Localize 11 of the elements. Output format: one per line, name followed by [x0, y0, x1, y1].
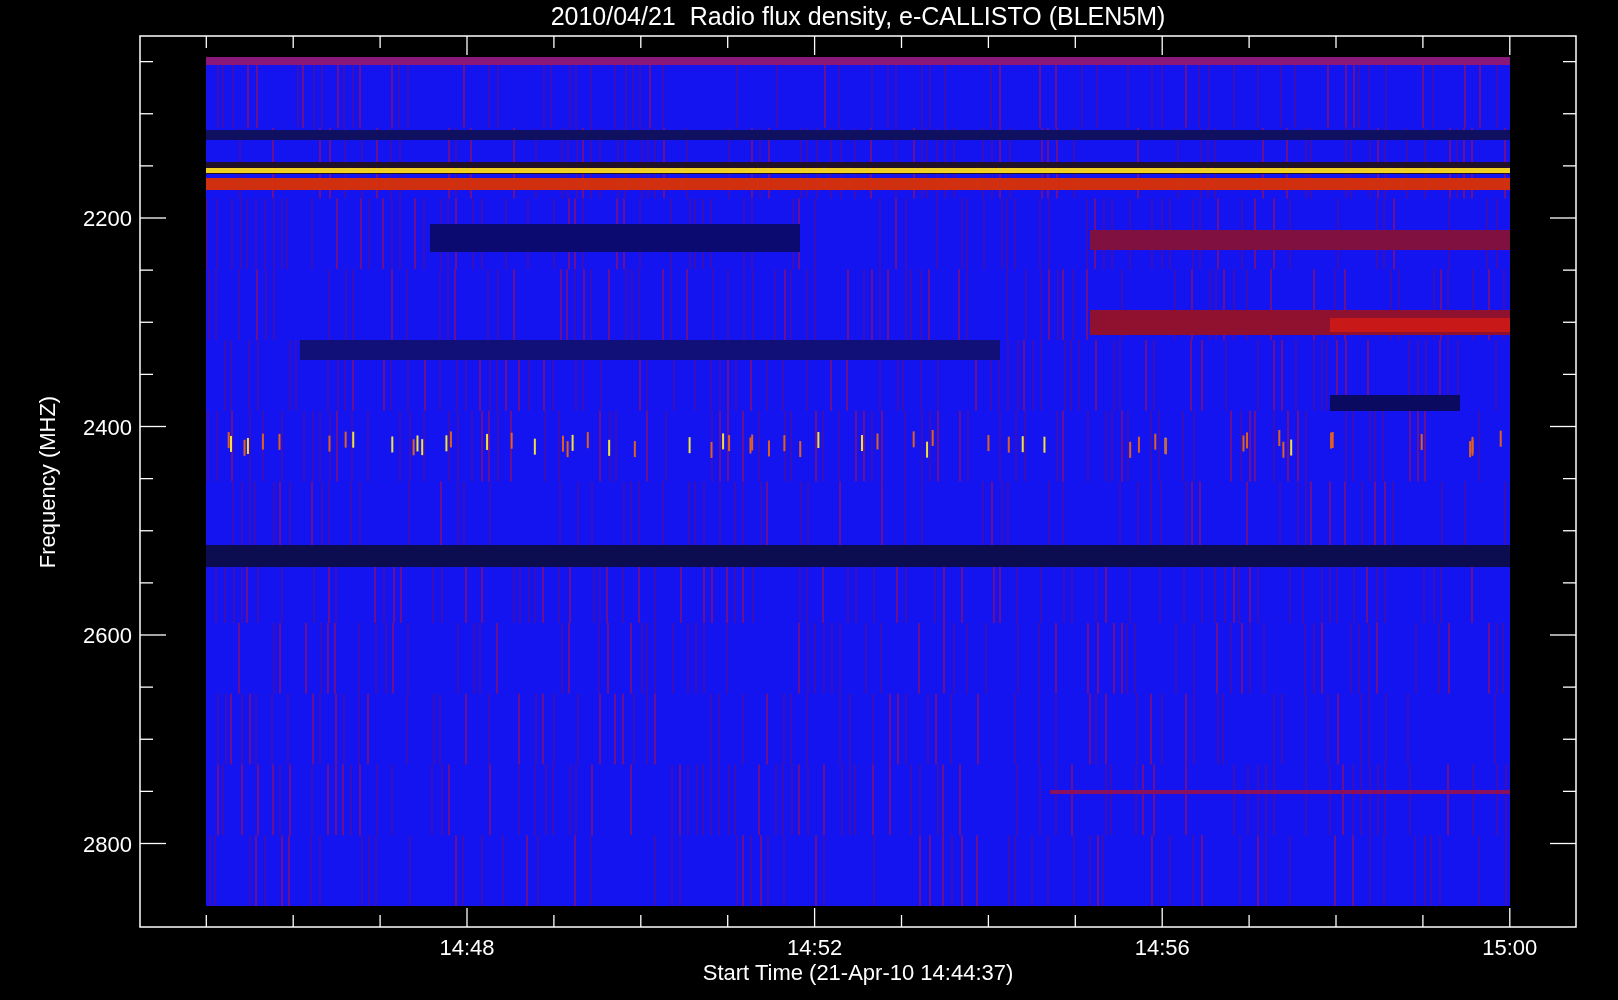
tick-label: 2200 — [83, 206, 132, 231]
tick-label: 14:56 — [1134, 935, 1190, 960]
tick-label: 2600 — [83, 623, 132, 648]
tick-label: 15:00 — [1482, 935, 1538, 960]
axis-label: Start Time (21-Apr-10 14:44:37) — [702, 960, 1014, 985]
tick-label: 14:48 — [439, 935, 495, 960]
tick-label: 14:52 — [787, 935, 843, 960]
axis-label: Frequency (MHZ) — [35, 395, 60, 569]
tick-label: 2400 — [83, 414, 132, 440]
chart-title: 2010/04/21 Radio flux density, e-CALLISTO (BLEN5M) — [550, 2, 1166, 30]
tick-label: 2800 — [83, 831, 132, 857]
